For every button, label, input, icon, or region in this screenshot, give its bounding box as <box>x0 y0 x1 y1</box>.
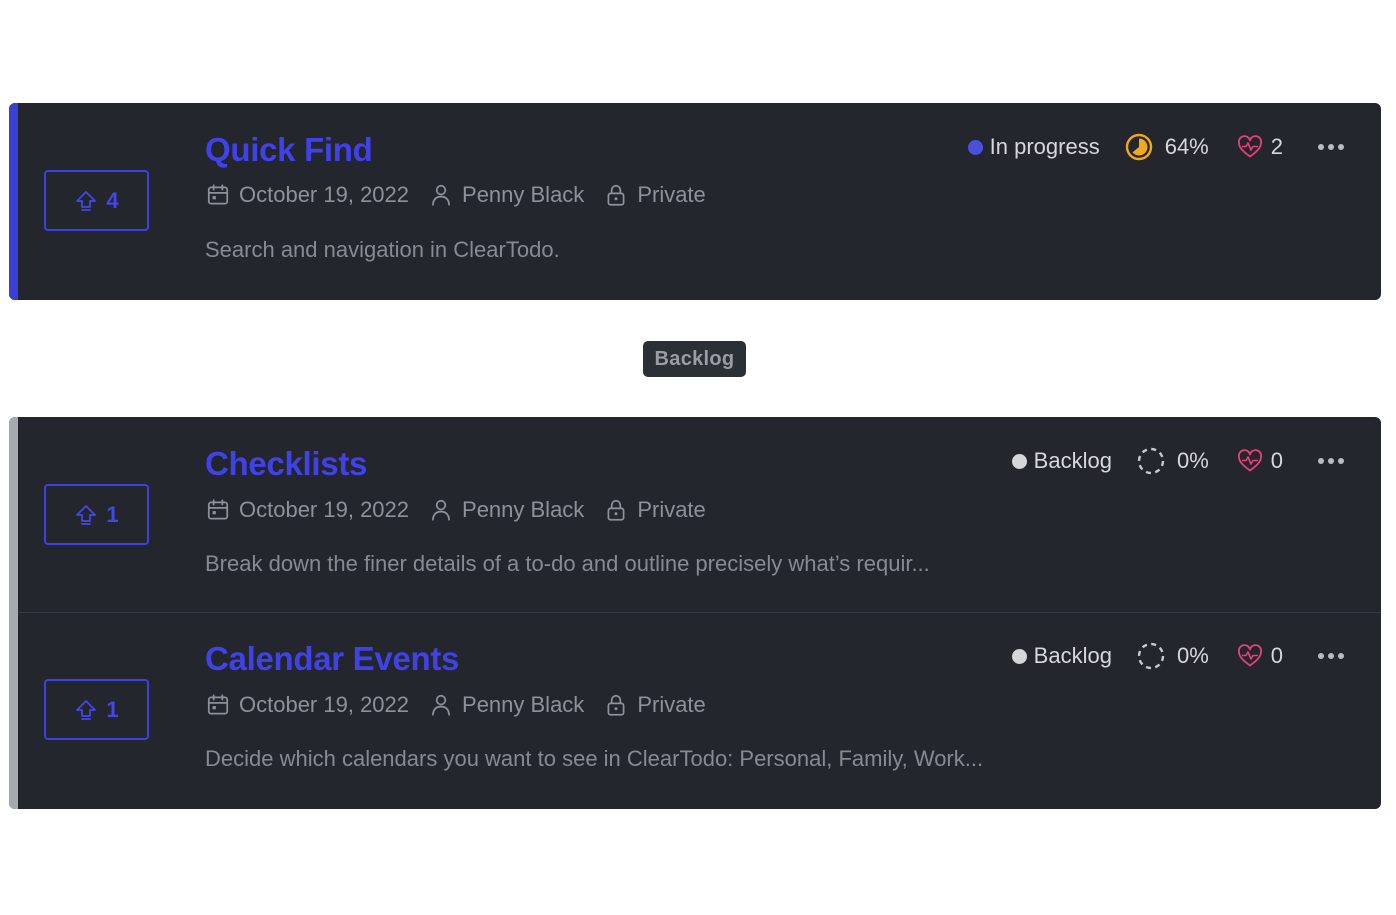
like-button[interactable]: 0 <box>1237 643 1283 669</box>
status-dot-icon <box>1011 648 1027 664</box>
date-meta: October 19, 2022 <box>205 497 409 523</box>
list-item[interactable]: 4 Quick Find October 19, 2022 Penny Blac… <box>9 103 1381 300</box>
visibility-meta: Private <box>603 692 706 718</box>
person-icon <box>432 694 451 716</box>
list-item[interactable]: 1 Calendar Events October 19, 2022 Penny… <box>9 613 1381 809</box>
progress-indicator: 0% <box>1137 642 1209 670</box>
progress-label: 64% <box>1164 134 1209 159</box>
list-item[interactable]: 1 Checklists October 19, 2022 Penny Blac… <box>9 417 1381 612</box>
item-description: Break down the finer details of a to-do … <box>205 551 930 576</box>
upvote-arrow-icon <box>76 190 97 211</box>
group-label-backlog: Backlog <box>643 341 746 377</box>
visibility-meta: Private <box>603 497 706 523</box>
vote-count: 1 <box>106 501 119 527</box>
item-title[interactable]: Calendar Events <box>205 640 459 678</box>
upvote-arrow-icon <box>76 699 97 720</box>
upvote-arrow-icon <box>76 504 97 525</box>
item-owner: Penny Black <box>462 692 585 717</box>
heart-pulse-icon <box>1237 135 1262 158</box>
visibility-meta: Private <box>603 182 706 208</box>
item-title[interactable]: Quick Find <box>205 131 373 169</box>
status-label: Backlog <box>1033 643 1112 668</box>
item-owner: Penny Black <box>462 182 585 207</box>
item-date: October 19, 2022 <box>239 182 410 207</box>
item-meta: October 19, 2022 Penny Black Private <box>205 497 725 523</box>
progress-pie-icon <box>1125 133 1152 161</box>
like-count: 0 <box>1270 448 1283 473</box>
more-options-button[interactable] <box>1317 455 1345 467</box>
status-badge[interactable]: Backlog <box>1011 448 1112 474</box>
lock-icon <box>607 184 625 206</box>
item-date: October 19, 2022 <box>239 692 410 717</box>
item-description: Decide which calendars you want to see i… <box>205 746 984 771</box>
upvote-button[interactable]: 1 <box>44 484 149 545</box>
progress-label: 0% <box>1176 448 1209 473</box>
progress-label: 0% <box>1176 643 1209 668</box>
status-dot-icon <box>1011 453 1027 469</box>
date-meta: October 19, 2022 <box>205 182 409 208</box>
person-icon <box>432 184 451 206</box>
upvote-button[interactable]: 4 <box>44 170 149 231</box>
status-badge[interactable]: Backlog <box>1011 643 1112 669</box>
like-button[interactable]: 2 <box>1237 134 1283 160</box>
status-dot-icon <box>967 139 983 155</box>
heart-pulse-icon <box>1237 449 1262 472</box>
progress-dashed-icon <box>1137 642 1165 670</box>
owner-meta: Penny Black <box>428 182 584 208</box>
more-options-button[interactable] <box>1317 650 1345 662</box>
status-badge[interactable]: In progress <box>967 134 1100 160</box>
lock-icon <box>607 694 625 716</box>
progress-indicator: 0% <box>1137 447 1209 475</box>
owner-meta: Penny Black <box>428 497 584 523</box>
vote-count: 4 <box>106 187 119 213</box>
like-button[interactable]: 0 <box>1237 448 1283 474</box>
vote-count: 1 <box>106 696 119 722</box>
item-visibility: Private <box>637 182 706 207</box>
calendar-icon <box>207 499 229 520</box>
more-dots-icon <box>1318 144 1344 150</box>
progress-dashed-icon <box>1137 447 1165 475</box>
backlog-card: 1 Checklists October 19, 2022 Penny Blac… <box>9 417 1381 809</box>
item-meta: October 19, 2022 Penny Black Private <box>205 182 725 208</box>
more-dots-icon <box>1318 653 1344 659</box>
status-label: Backlog <box>1033 448 1112 473</box>
item-visibility: Private <box>637 497 706 522</box>
in-progress-card: 4 Quick Find October 19, 2022 Penny Blac… <box>9 103 1381 300</box>
like-count: 0 <box>1270 643 1283 668</box>
item-stats: In progress 64% 2 <box>967 133 1345 161</box>
lock-icon <box>607 499 625 521</box>
date-meta: October 19, 2022 <box>205 692 409 718</box>
item-visibility: Private <box>637 692 706 717</box>
like-count: 2 <box>1270 134 1283 159</box>
more-dots-icon <box>1318 458 1344 464</box>
item-meta: October 19, 2022 Penny Black Private <box>205 692 725 718</box>
more-options-button[interactable] <box>1317 141 1345 153</box>
item-stats: Backlog 0% 0 <box>1011 447 1345 475</box>
item-stats: Backlog 0% 0 <box>1011 642 1345 670</box>
status-label: In progress <box>989 134 1100 159</box>
heart-pulse-icon <box>1237 644 1262 667</box>
item-date: October 19, 2022 <box>239 497 410 522</box>
item-title[interactable]: Checklists <box>205 445 367 483</box>
item-owner: Penny Black <box>462 497 585 522</box>
calendar-icon <box>207 694 229 715</box>
calendar-icon <box>207 184 229 205</box>
progress-indicator: 64% <box>1125 133 1209 161</box>
item-description: Search and navigation in ClearTodo. <box>205 237 560 262</box>
upvote-button[interactable]: 1 <box>44 679 149 740</box>
owner-meta: Penny Black <box>428 692 584 718</box>
person-icon <box>432 499 451 521</box>
